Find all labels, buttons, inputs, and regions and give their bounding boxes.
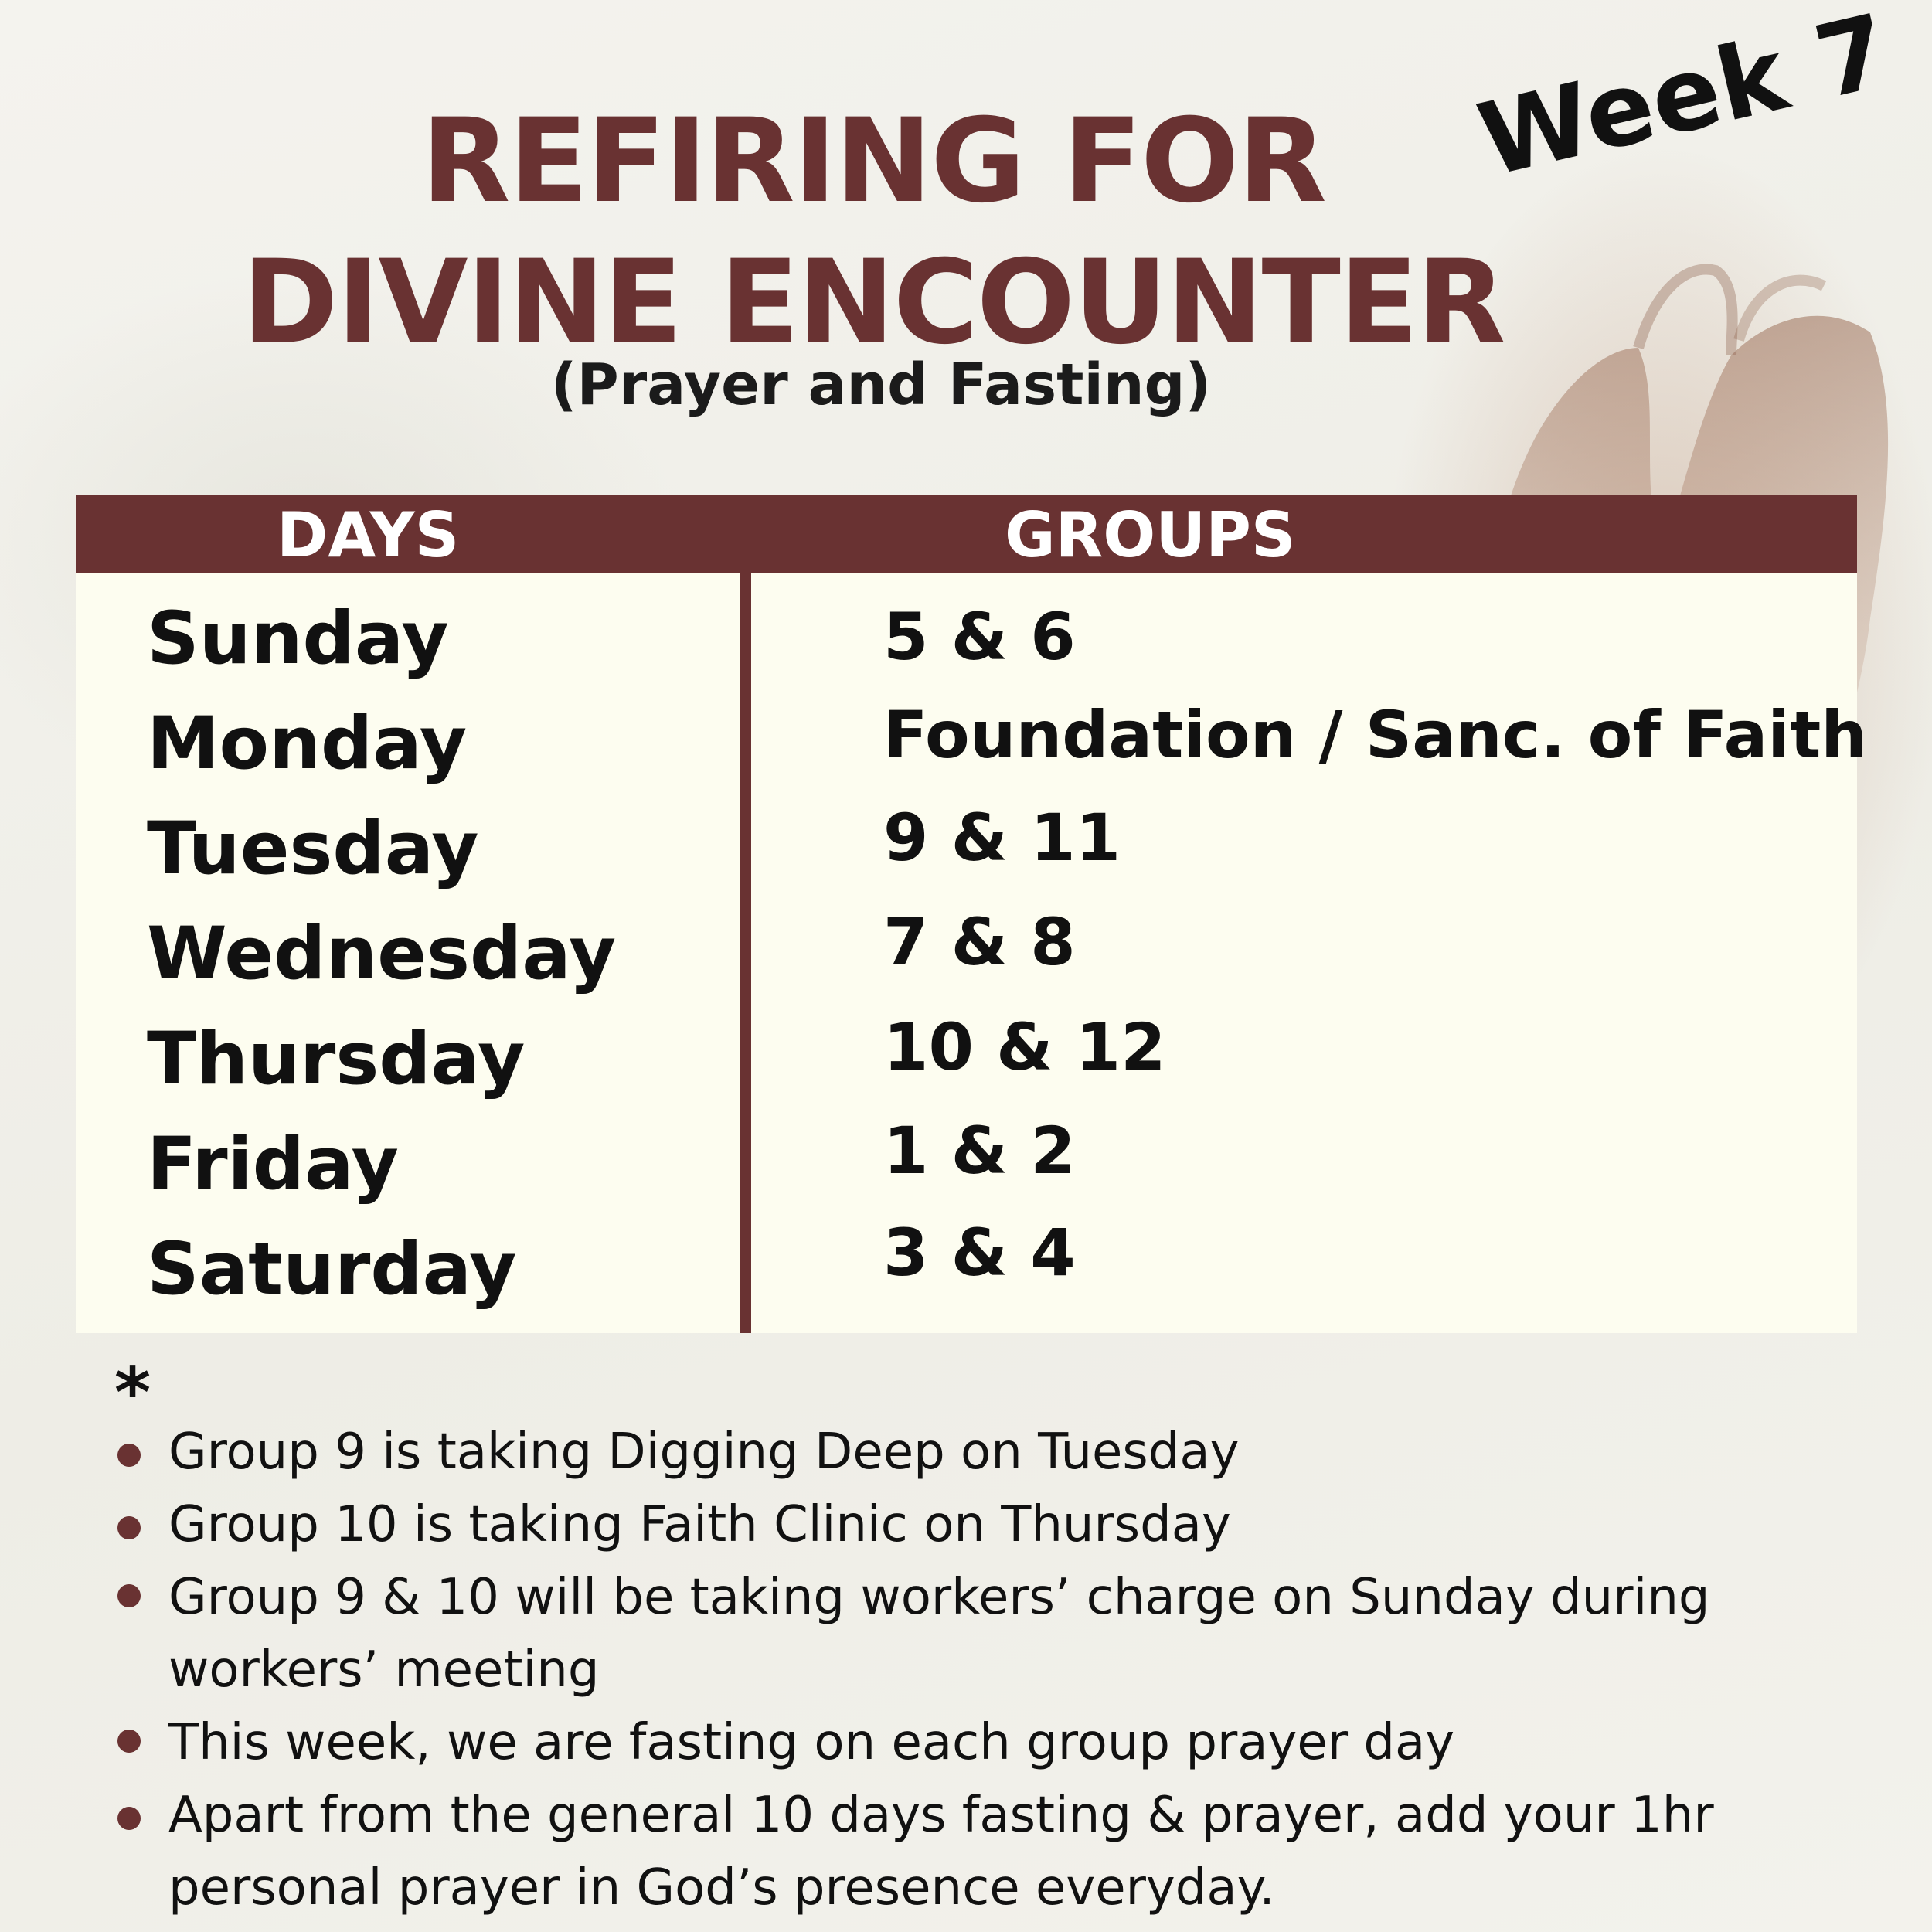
groups-sunday: 5 & 6	[883, 599, 1076, 675]
note-text: Apart from the general 10 days fasting &…	[168, 1787, 1714, 1917]
note-text: Group 10 is taking Faith Clinic on Thurs…	[168, 1496, 1231, 1553]
bullet-icon	[117, 1584, 141, 1607]
table-header: DAYS GROUPS	[76, 495, 1857, 573]
groups-thursday: 10 & 12	[883, 1009, 1166, 1085]
bullet-icon	[117, 1444, 141, 1467]
bullet-icon	[117, 1730, 141, 1753]
note-text: Group 9 & 10 will be taking workers’ cha…	[168, 1569, 1710, 1699]
day-tuesday: Tuesday	[147, 807, 479, 891]
groups-friday: 1 & 2	[883, 1113, 1076, 1189]
bullet-icon	[117, 1516, 141, 1539]
header-groups: GROUPS	[1005, 499, 1296, 571]
groups-monday: Foundation / Sanc. of Faith	[883, 697, 1868, 773]
subtitle: (Prayer and Fasting)	[550, 352, 1212, 418]
bullet-icon	[117, 1807, 141, 1830]
groups-tuesday: 9 & 11	[883, 800, 1121, 876]
column-divider	[740, 573, 751, 1333]
groups-saturday: 3 & 4	[883, 1215, 1076, 1291]
day-thursday: Thursday	[147, 1017, 526, 1101]
day-sunday: Sunday	[147, 597, 449, 681]
day-monday: Monday	[147, 702, 468, 786]
day-friday: Friday	[147, 1122, 399, 1206]
note-text: This week, we are fasting on each group …	[168, 1714, 1455, 1771]
groups-wednesday: 7 & 8	[883, 904, 1076, 980]
schedule-table: DAYS GROUPS Sunday 5 & 6 Monday Foundati…	[76, 495, 1867, 1333]
asterisk-marker: *	[114, 1352, 151, 1434]
title-line-2: DIVINE ENCOUNTER	[242, 236, 1506, 370]
header-days: DAYS	[277, 499, 460, 571]
note-text: Group 9 is taking Digging Deep on Tuesda…	[168, 1423, 1240, 1481]
day-wednesday: Wednesday	[147, 912, 617, 996]
day-saturday: Saturday	[147, 1227, 517, 1311]
